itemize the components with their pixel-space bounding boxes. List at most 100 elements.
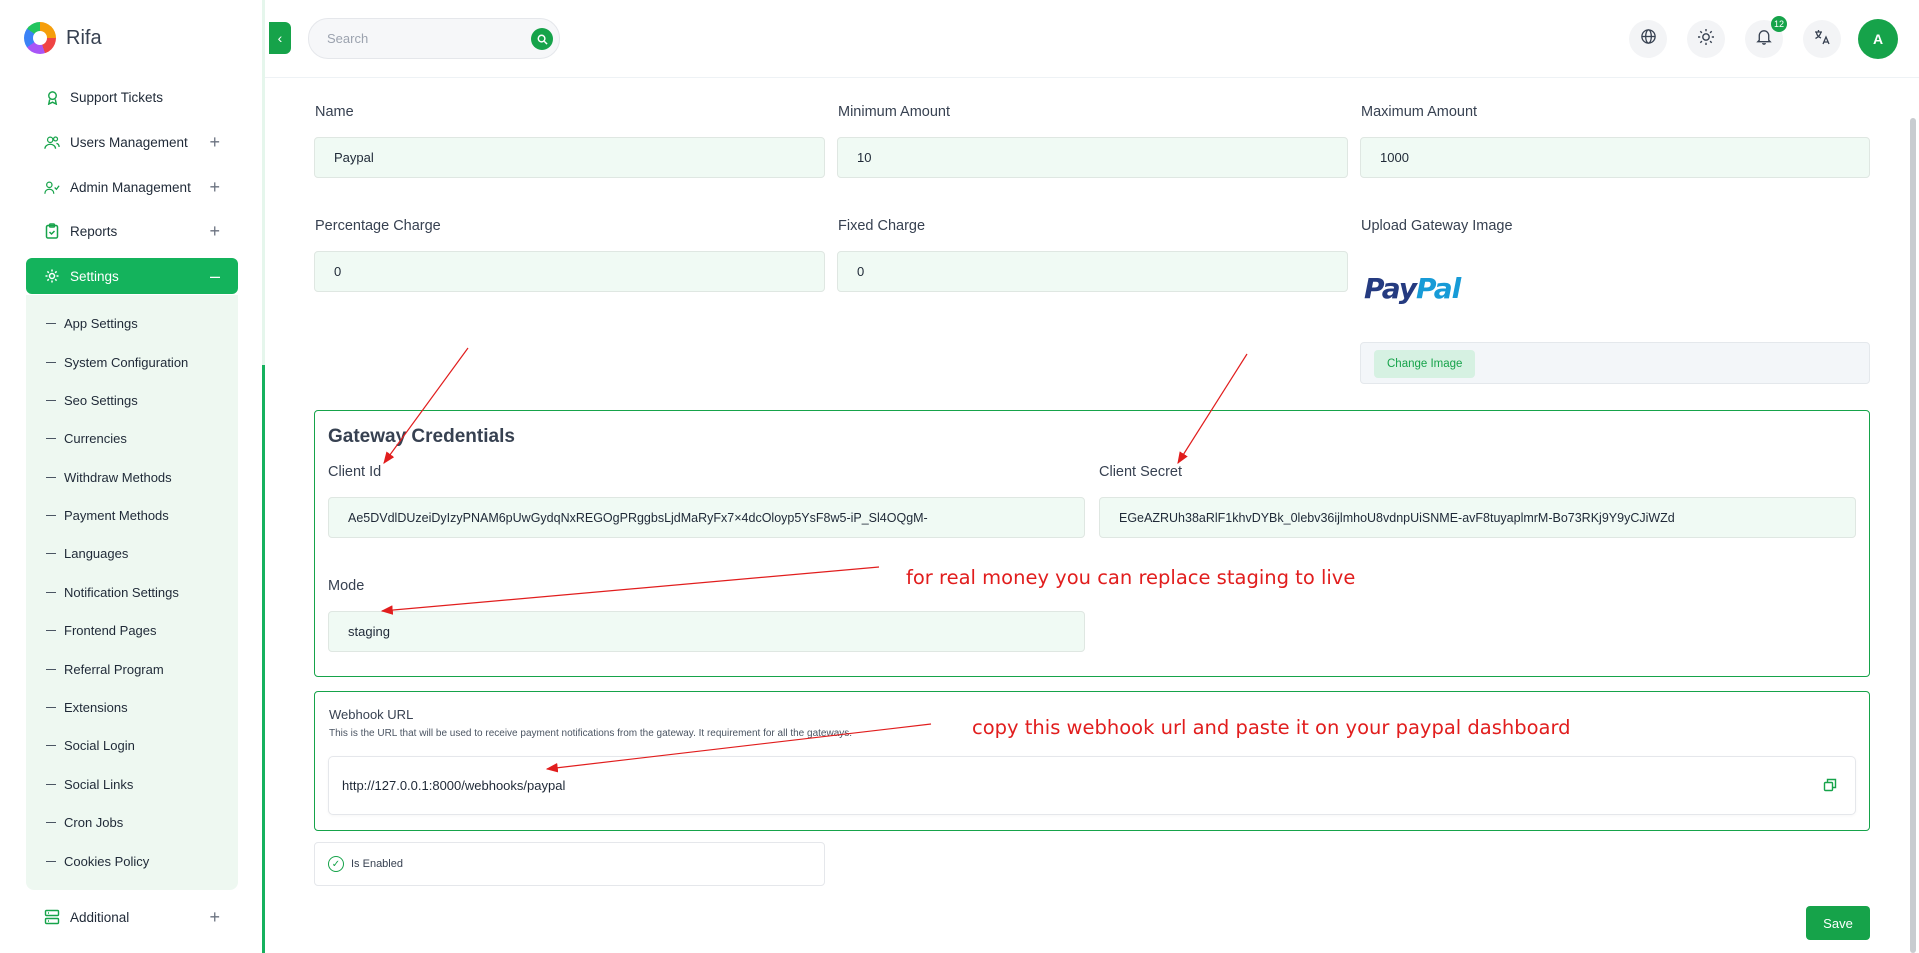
submenu-item-currencies[interactable]: Currencies (46, 431, 127, 446)
upload-gateway-image-label: Upload Gateway Image (1361, 218, 1513, 234)
globe-icon (1640, 28, 1657, 50)
annotation-webhook-note: copy this webhook url and paste it on yo… (972, 716, 1571, 739)
submenu-label: Payment Methods (64, 508, 169, 523)
submenu-label: Referral Program (64, 662, 164, 677)
user-avatar[interactable]: A (1858, 19, 1898, 59)
expand-plus-icon[interactable]: + (209, 178, 220, 196)
submenu-label: Currencies (64, 431, 127, 446)
sidebar-item-label: Additional (70, 909, 130, 925)
webhook-title: Webhook URL (329, 707, 414, 722)
theme-toggle-button[interactable] (1687, 20, 1725, 58)
sidebar-item-admin-management[interactable]: Admin Management + (26, 169, 238, 205)
submenu-item-social-links[interactable]: Social Links (46, 777, 133, 792)
sidebar-item-label: Users Management (70, 134, 188, 150)
submenu-item-withdraw-methods[interactable]: Withdraw Methods (46, 470, 172, 485)
sun-icon (1697, 28, 1715, 51)
check-circle-icon: ✓ (328, 856, 344, 872)
search-bar (308, 18, 560, 59)
search-icon[interactable] (531, 28, 553, 50)
fixed-charge-field[interactable]: 0 (837, 251, 1348, 292)
expand-plus-icon[interactable]: + (209, 133, 220, 151)
webhook-description: This is the URL that will be used to rec… (329, 728, 853, 739)
submenu-item-system-configuration[interactable]: System Configuration (46, 355, 188, 370)
submenu-label: Notification Settings (64, 585, 179, 600)
submenu-label: Seo Settings (64, 393, 138, 408)
maximum-amount-field[interactable]: 1000 (1360, 137, 1870, 178)
brand-logo (24, 22, 56, 54)
annotation-mode-note: for real money you can replace staging t… (906, 566, 1356, 589)
save-button[interactable]: Save (1806, 906, 1870, 940)
submenu-label: Cron Jobs (64, 815, 124, 830)
submenu-item-extensions[interactable]: Extensions (46, 700, 128, 715)
submenu-label: Social Login (64, 738, 135, 753)
copy-icon[interactable] (1823, 778, 1837, 792)
submenu-item-cookies-policy[interactable]: Cookies Policy (46, 854, 149, 869)
submenu-item-cron-jobs[interactable]: Cron Jobs (46, 815, 123, 830)
ticket-icon (44, 89, 60, 105)
client-id-label: Client Id (328, 464, 382, 480)
mode-field[interactable]: staging (328, 611, 1085, 652)
sidebar-item-reports[interactable]: Reports + (26, 213, 238, 249)
name-label: Name (315, 104, 354, 120)
percentage-charge-label: Percentage Charge (315, 218, 441, 234)
clipboard-icon (44, 223, 60, 239)
sidebar-item-additional[interactable]: Additional + (26, 899, 238, 935)
chevron-left-icon: ‹ (277, 30, 283, 46)
bell-icon (1756, 28, 1772, 50)
percentage-charge-field[interactable]: 0 (314, 251, 825, 292)
fixed-charge-label: Fixed Charge (838, 218, 926, 234)
translate-icon (1813, 28, 1831, 51)
brand[interactable]: Rifa (24, 22, 102, 54)
paypal-logo: PayPal (1364, 272, 1461, 305)
language-button[interactable] (1629, 20, 1667, 58)
sidebar-item-label: Reports (70, 223, 118, 239)
submenu-label: App Settings (64, 316, 138, 331)
submenu-label: Frontend Pages (64, 623, 157, 638)
gear-icon (44, 268, 60, 284)
sidebar-item-label: Settings (70, 268, 119, 284)
collapse-minus-icon[interactable]: – (210, 267, 220, 285)
change-image-button[interactable]: Change Image (1374, 350, 1476, 378)
settings-submenu: App Settings System Configuration Seo Se… (26, 295, 238, 890)
submenu-item-seo-settings[interactable]: Seo Settings (46, 393, 138, 408)
mode-label: Mode (328, 578, 365, 594)
sidebar-item-label: Support Tickets (70, 89, 164, 105)
client-secret-field[interactable]: EGeAZRUh38aRlF1khvDYBk_0lebv36ijlmhoU8vd… (1099, 497, 1856, 538)
webhook-url-field[interactable]: http://127.0.0.1:8000/webhooks/paypal (329, 757, 1855, 814)
notifications-button[interactable]: 12 (1745, 16, 1787, 58)
expand-plus-icon[interactable]: + (209, 222, 220, 240)
sidebar-item-users-management[interactable]: Users Management + (26, 124, 238, 160)
submenu-item-frontend-pages[interactable]: Frontend Pages (46, 623, 157, 638)
minimum-amount-field[interactable]: 10 (837, 137, 1348, 178)
submenu-item-payment-methods[interactable]: Payment Methods (46, 508, 169, 523)
sidebar-item-label: Admin Management (70, 179, 191, 195)
submenu-item-app-settings[interactable]: App Settings (46, 316, 138, 331)
expand-plus-icon[interactable]: + (209, 908, 220, 926)
sidebar-item-settings[interactable]: Settings – (26, 258, 238, 294)
is-enabled-toggle[interactable]: ✓ Is Enabled (314, 842, 825, 886)
gateway-credentials-title: Gateway Credentials (328, 426, 515, 447)
page-scrollbar[interactable] (1907, 78, 1919, 953)
minimum-amount-label: Minimum Amount (838, 104, 951, 120)
submenu-item-social-login[interactable]: Social Login (46, 738, 135, 753)
name-field[interactable]: Paypal (314, 137, 825, 178)
submenu-item-languages[interactable]: Languages (46, 546, 128, 561)
gateway-credentials-section: Gateway Credentials Client Id Ae5DVdlDUz… (314, 410, 1870, 677)
is-enabled-label: Is Enabled (351, 858, 403, 870)
submenu-label: Cookies Policy (64, 854, 150, 869)
notification-count-badge: 12 (1770, 16, 1787, 32)
submenu-item-notification-settings[interactable]: Notification Settings (46, 585, 179, 600)
sidebar-toggle-button[interactable]: ‹ (269, 22, 291, 54)
top-header: ‹ 12 A (265, 0, 1919, 78)
upload-image-box: Change Image (1360, 342, 1870, 384)
client-id-field[interactable]: Ae5DVdlDUzeiDyIzyPNAM6pUwGydqNxREGOgPRgg… (328, 497, 1085, 538)
submenu-label: System Configuration (64, 355, 189, 370)
sidebar-item-support-tickets[interactable]: Support Tickets (26, 79, 238, 115)
sidebar: Rifa Support Tickets Users Management + … (0, 0, 265, 953)
translate-button[interactable] (1803, 20, 1841, 58)
server-icon (44, 909, 60, 925)
search-input[interactable] (327, 19, 527, 58)
submenu-item-referral-program[interactable]: Referral Program (46, 662, 164, 677)
scrollbar-thumb[interactable] (1910, 118, 1916, 953)
submenu-label: Languages (64, 546, 129, 561)
